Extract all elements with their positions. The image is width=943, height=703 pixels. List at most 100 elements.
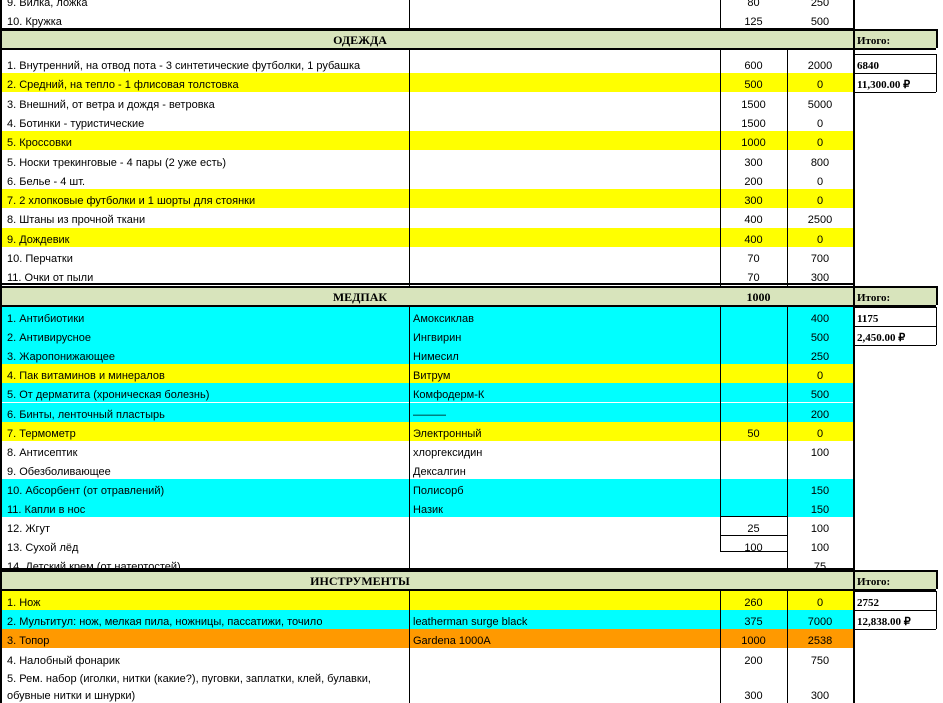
cell-item-name[interactable]: 6. Белье - 4 шт.	[0, 170, 409, 189]
cell-item-weight[interactable]: 300	[720, 189, 787, 208]
cell-item-weight[interactable]: 50	[720, 422, 787, 441]
cell-item-note[interactable]	[409, 10, 720, 29]
cell-item-name[interactable]: 5. Носки трекинговые - 4 пары (2 уже ест…	[0, 151, 409, 170]
cell-item-price[interactable]: 100	[787, 441, 853, 460]
cell-item-price[interactable]: 500	[787, 326, 853, 345]
cell-item-note[interactable]: Комфодерм-К	[409, 383, 720, 402]
cell-item-name[interactable]: 8. Антисептик	[0, 441, 409, 460]
cell-item-note[interactable]	[409, 73, 720, 92]
total-price[interactable]: 11,300.00 ₽	[853, 73, 936, 92]
cell-item-price[interactable]: 0	[787, 228, 853, 247]
cell-item-note[interactable]	[409, 0, 720, 10]
cell-item-price[interactable]: 5000	[787, 93, 853, 112]
cell-item-weight[interactable]	[720, 498, 787, 517]
cell-item-price[interactable]: 100	[787, 536, 853, 555]
cell-item-price[interactable]: 800	[787, 151, 853, 170]
cell-item-name[interactable]: 3. Топор	[0, 629, 409, 648]
cell-item-name[interactable]: 9. Вилка, ложка	[0, 0, 409, 10]
cell-item-name[interactable]: 8. Штаны из прочной ткани	[0, 208, 409, 227]
cell-item-note[interactable]: Полисорб	[409, 479, 720, 498]
cell-item-note[interactable]	[409, 112, 720, 131]
cell-item-price[interactable]: 250	[787, 0, 853, 10]
cell-item-name[interactable]: 1. Антибиотики	[0, 307, 409, 326]
cell-item-price[interactable]: 0	[787, 364, 853, 383]
cell-item-note[interactable]	[409, 228, 720, 247]
cell-item-price[interactable]: 500	[787, 10, 853, 29]
cell-item-price[interactable]: 0	[787, 73, 853, 92]
cell-item-price[interactable]: 0	[787, 170, 853, 189]
cell-item-price[interactable]: 150	[787, 479, 853, 498]
cell-item-weight[interactable]: 200	[720, 649, 787, 668]
cell-item-price[interactable]: 750	[787, 649, 853, 668]
total-weight[interactable]: 1175	[853, 307, 936, 326]
cell-item-name[interactable]: 9. Обезболивающее	[0, 460, 409, 479]
cell-item-name[interactable]: 11. Капли в нос	[0, 498, 409, 517]
cell-item-name[interactable]: 2. Мультитул: нож, мелкая пила, ножницы,…	[0, 610, 409, 629]
cell-item-note[interactable]: Gardena 1000A	[409, 629, 720, 648]
section-title-cell[interactable]: МЕДПАК 1000	[0, 286, 853, 305]
cell-item-weight[interactable]: 1000	[720, 629, 787, 648]
cell-item-name[interactable]: 4. Пак витаминов и минералов	[0, 364, 409, 383]
cell-item-name[interactable]: 13. Сухой лёд	[0, 536, 409, 555]
section-title-cell[interactable]: ИНСТРУМЕНТЫ	[0, 570, 853, 589]
cell-item-price[interactable]: 400	[787, 307, 853, 326]
cell-item-weight[interactable]: 1500	[720, 112, 787, 131]
cell-item-name[interactable]: 7. 2 хлопковые футболки и 1 шорты для ст…	[0, 189, 409, 208]
cell-item-weight[interactable]: 70	[720, 247, 787, 266]
cell-item-note[interactable]	[409, 170, 720, 189]
cell-item-note[interactable]	[409, 93, 720, 112]
cell-item-price[interactable]: 200	[787, 403, 853, 422]
cell-item-name[interactable]: 3. Жаропонижающее	[0, 345, 409, 364]
itogo-label-cell[interactable]: Итого:	[853, 29, 936, 48]
cell-item-name[interactable]: 1. Нож	[0, 591, 409, 610]
cell-item-weight[interactable]: 100	[720, 536, 787, 555]
cell-item-note[interactable]	[409, 151, 720, 170]
section-title-cell[interactable]: ОДЕЖДА	[0, 29, 853, 48]
cell-item-price[interactable]: 0	[787, 591, 853, 610]
cell-item-price[interactable]: 0	[787, 422, 853, 441]
cell-item-note[interactable]	[409, 591, 720, 610]
cell-item-name[interactable]: 4. Налобный фонарик	[0, 649, 409, 668]
cell-item-price[interactable]: 2000	[787, 54, 853, 73]
cell-item-price[interactable]: 100	[787, 517, 853, 536]
cell-item-note[interactable]: Амоксиклав	[409, 307, 720, 326]
cell-item-name[interactable]: 2. Средний, на тепло - 1 флисовая толсто…	[0, 73, 409, 92]
cell-item-weight[interactable]	[720, 364, 787, 383]
cell-item-weight[interactable]	[720, 307, 787, 326]
cell-item-price[interactable]: 300	[787, 668, 853, 703]
cell-item-price[interactable]: 150	[787, 498, 853, 517]
cell-item-price[interactable]: 7000	[787, 610, 853, 629]
cell-item-note[interactable]	[409, 54, 720, 73]
cell-item-weight[interactable]: 200	[720, 170, 787, 189]
cell-item-price[interactable]: 0	[787, 112, 853, 131]
cell-item-note[interactable]	[409, 189, 720, 208]
cell-item-price[interactable]: 500	[787, 383, 853, 402]
cell-item-note[interactable]: leatherman surge black	[409, 610, 720, 629]
itogo-label-cell[interactable]: Итого:	[853, 570, 936, 589]
itogo-label-cell[interactable]: Итого:	[853, 286, 936, 305]
total-weight[interactable]: 6840	[853, 54, 936, 73]
cell-item-weight[interactable]	[720, 326, 787, 345]
cell-item-note[interactable]	[409, 247, 720, 266]
cell-item-weight[interactable]: 260	[720, 591, 787, 610]
cell-item-weight[interactable]: 375	[720, 610, 787, 629]
cell-item-name[interactable]: 4. Ботинки - туристические	[0, 112, 409, 131]
cell-item-note[interactable]: ———	[409, 403, 720, 422]
cell-item-note[interactable]	[409, 649, 720, 668]
total-price[interactable]: 2,450.00 ₽	[853, 326, 936, 345]
cell-item-note[interactable]: Витрум	[409, 364, 720, 383]
cell-item-weight[interactable]: 25	[720, 517, 787, 536]
cell-item-note[interactable]	[409, 517, 720, 536]
cell-item-note[interactable]: Дексалгин	[409, 460, 720, 479]
cell-item-weight[interactable]	[720, 345, 787, 364]
cell-item-weight[interactable]: 400	[720, 228, 787, 247]
cell-item-weight[interactable]: 400	[720, 208, 787, 227]
cell-item-weight[interactable]	[720, 383, 787, 402]
cell-item-name[interactable]: 10. Абсорбент (от отравлений)	[0, 479, 409, 498]
cell-item-note[interactable]	[409, 668, 720, 703]
cell-item-name[interactable]: 1. Внутренний, на отвод пота - 3 синтети…	[0, 54, 409, 73]
cell-item-price[interactable]: 0	[787, 131, 853, 150]
cell-item-note[interactable]	[409, 536, 720, 555]
cell-item-weight[interactable]: 125	[720, 10, 787, 29]
cell-item-note[interactable]: Ингвирин	[409, 326, 720, 345]
